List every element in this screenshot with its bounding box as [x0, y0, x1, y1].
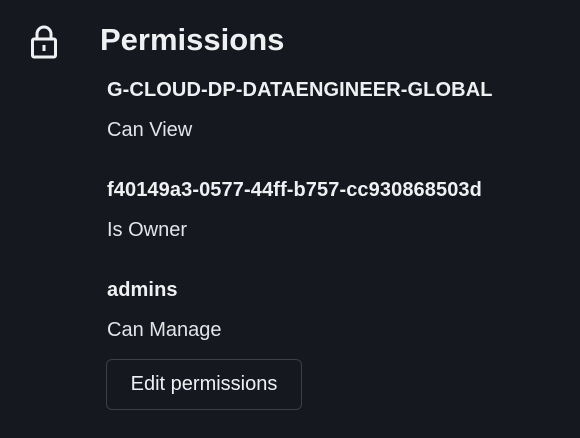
permission-level: Can View [107, 119, 193, 141]
edit-permissions-button[interactable]: Edit permissions [106, 359, 302, 410]
principal-name: G-CLOUD-DP-DATAENGINEER-GLOBAL [107, 79, 493, 101]
principal-name: f40149a3-0577-44ff-b757-cc930868503d [107, 179, 482, 201]
permission-entry: G-CLOUD-DP-DATAENGINEER-GLOBAL Can View [107, 76, 557, 176]
lock-icon [29, 24, 59, 60]
permission-level: Can Manage [107, 319, 222, 341]
permissions-list: G-CLOUD-DP-DATAENGINEER-GLOBAL Can View … [107, 76, 557, 376]
permission-entry: f40149a3-0577-44ff-b757-cc930868503d Is … [107, 176, 557, 276]
principal-name: admins [107, 279, 178, 301]
permission-level: Is Owner [107, 219, 188, 241]
section-title: Permissions [100, 22, 285, 57]
